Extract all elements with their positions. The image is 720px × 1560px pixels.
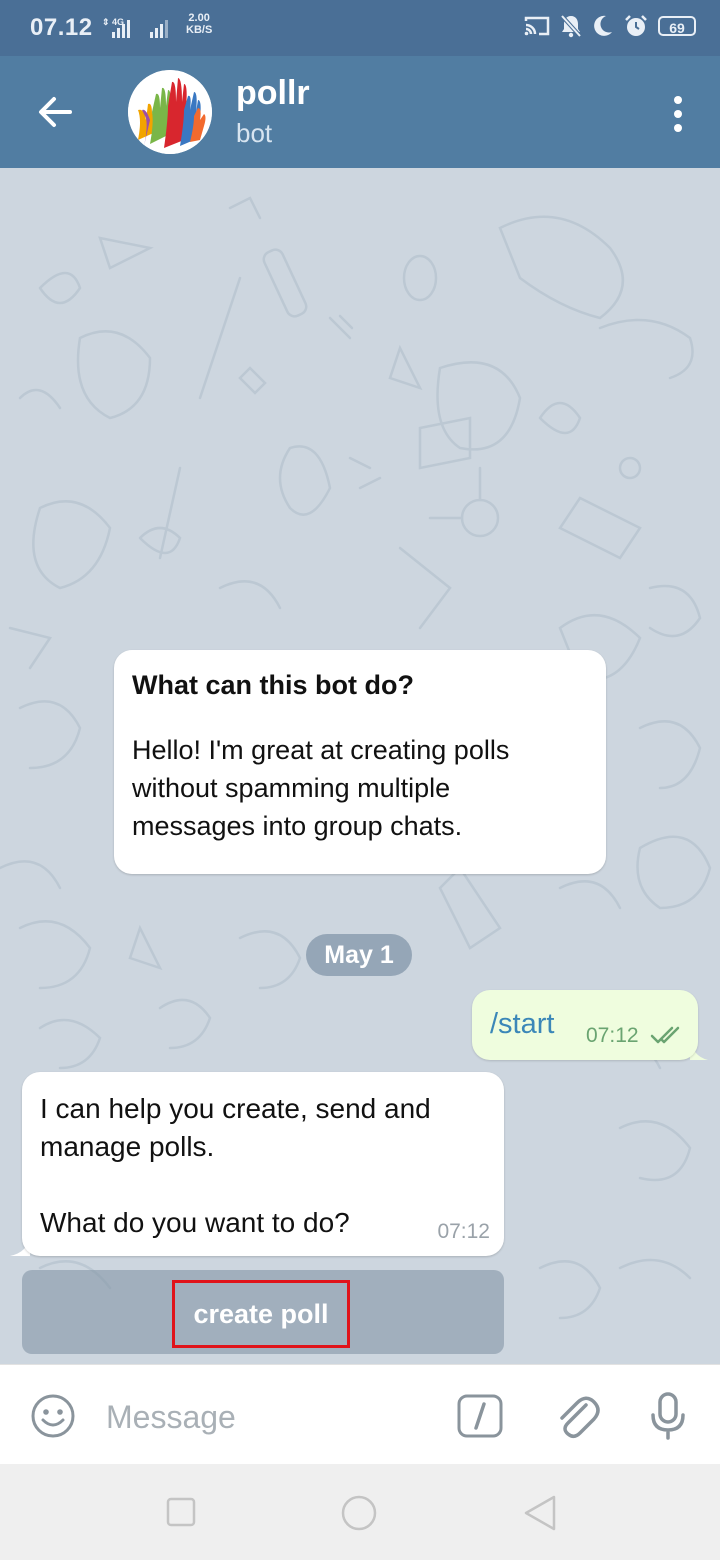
date-separator: May 1 — [306, 934, 412, 976]
status-time: 07.12 — [30, 14, 93, 41]
raised-hands-logo — [128, 70, 212, 154]
signal-icon — [150, 20, 168, 38]
emoji-icon[interactable] — [30, 1393, 76, 1439]
bot-info-description: Hello! I'm great at creating polls witho… — [132, 735, 510, 841]
chat-area[interactable]: What can this bot do? Hello! I'm great a… — [0, 168, 720, 1364]
outgoing-message[interactable]: /start 07:12 — [472, 990, 698, 1060]
double-check-icon — [650, 1026, 680, 1044]
home-icon[interactable] — [340, 1494, 378, 1532]
avatar[interactable] — [128, 70, 212, 154]
attach-icon[interactable] — [554, 1391, 600, 1441]
alarm-icon — [625, 15, 647, 36]
microphone-icon[interactable] — [648, 1391, 688, 1441]
network-speed: 2.00 KB/S — [186, 12, 213, 36]
incoming-message-time: 07:12 — [437, 1220, 490, 1243]
incoming-message[interactable]: I can help you create, send and manage p… — [22, 1072, 504, 1256]
incoming-message-text: I can help you create, send and manage p… — [40, 1093, 431, 1238]
outgoing-message-text[interactable]: /start — [490, 1008, 554, 1041]
bot-info-card: What can this bot do? Hello! I'm great a… — [114, 650, 606, 874]
create-poll-label[interactable]: create poll — [172, 1280, 350, 1348]
chat-title[interactable]: pollr — [236, 74, 310, 113]
svg-text:⇕: ⇕ — [102, 17, 110, 27]
create-poll-button[interactable]: create poll — [22, 1270, 504, 1354]
message-input[interactable] — [104, 1391, 438, 1443]
back-nav-icon[interactable] — [522, 1494, 558, 1532]
system-navigation-bar — [0, 1464, 720, 1560]
status-icons: 69 — [524, 14, 696, 38]
battery-icon: 69 — [658, 16, 696, 36]
back-arrow-icon[interactable] — [36, 92, 76, 132]
chat-subtitle: bot — [236, 118, 273, 148]
cast-icon — [524, 16, 550, 36]
outgoing-message-time: 07:12 — [586, 1024, 639, 1047]
status-bar: 07.12 ⇕ 4G 2.00 KB/S 69 — [0, 0, 720, 56]
message-composer — [0, 1364, 720, 1464]
bot-info-title: What can this bot do? — [132, 670, 414, 700]
more-options-icon[interactable] — [672, 94, 684, 134]
signal-4g-icon: ⇕ 4G — [102, 17, 130, 38]
moon-icon — [594, 15, 612, 36]
mute-icon — [560, 14, 582, 38]
recent-apps-icon[interactable] — [166, 1497, 196, 1527]
bot-command-icon[interactable] — [456, 1393, 504, 1439]
chat-header: pollr bot — [0, 56, 720, 168]
